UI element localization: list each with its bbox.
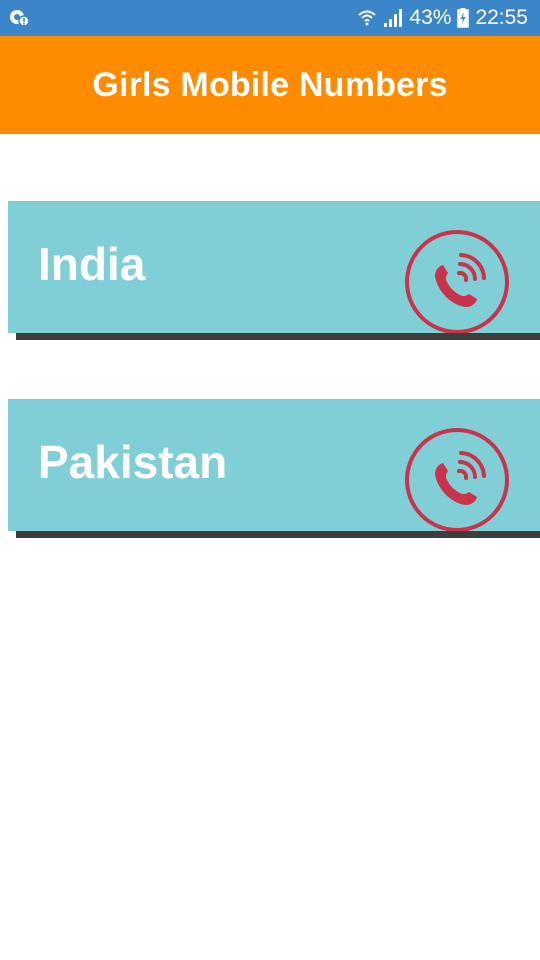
notification-icon — [10, 10, 30, 27]
battery-percent: 43% — [409, 6, 452, 29]
country-label: India — [38, 238, 146, 290]
app-title: Girls Mobile Numbers — [92, 65, 448, 104]
phone-call-icon[interactable] — [404, 229, 510, 335]
app-bar: Girls Mobile Numbers — [0, 36, 540, 134]
country-label: Pakistan — [38, 436, 228, 488]
card-shadow — [16, 333, 540, 340]
status-time: 22:55 — [475, 6, 528, 29]
status-bar: 43% 22:55 — [0, 0, 540, 36]
status-right-group: 43% 22:55 — [357, 0, 528, 36]
country-card-india[interactable]: India — [8, 201, 540, 335]
wifi-icon — [358, 10, 377, 26]
card-shadow — [16, 531, 540, 538]
signal-icon — [384, 9, 403, 27]
phone-call-icon[interactable] — [404, 427, 510, 533]
battery-charging-icon — [457, 8, 470, 28]
country-card-pakistan[interactable]: Pakistan — [8, 399, 540, 533]
